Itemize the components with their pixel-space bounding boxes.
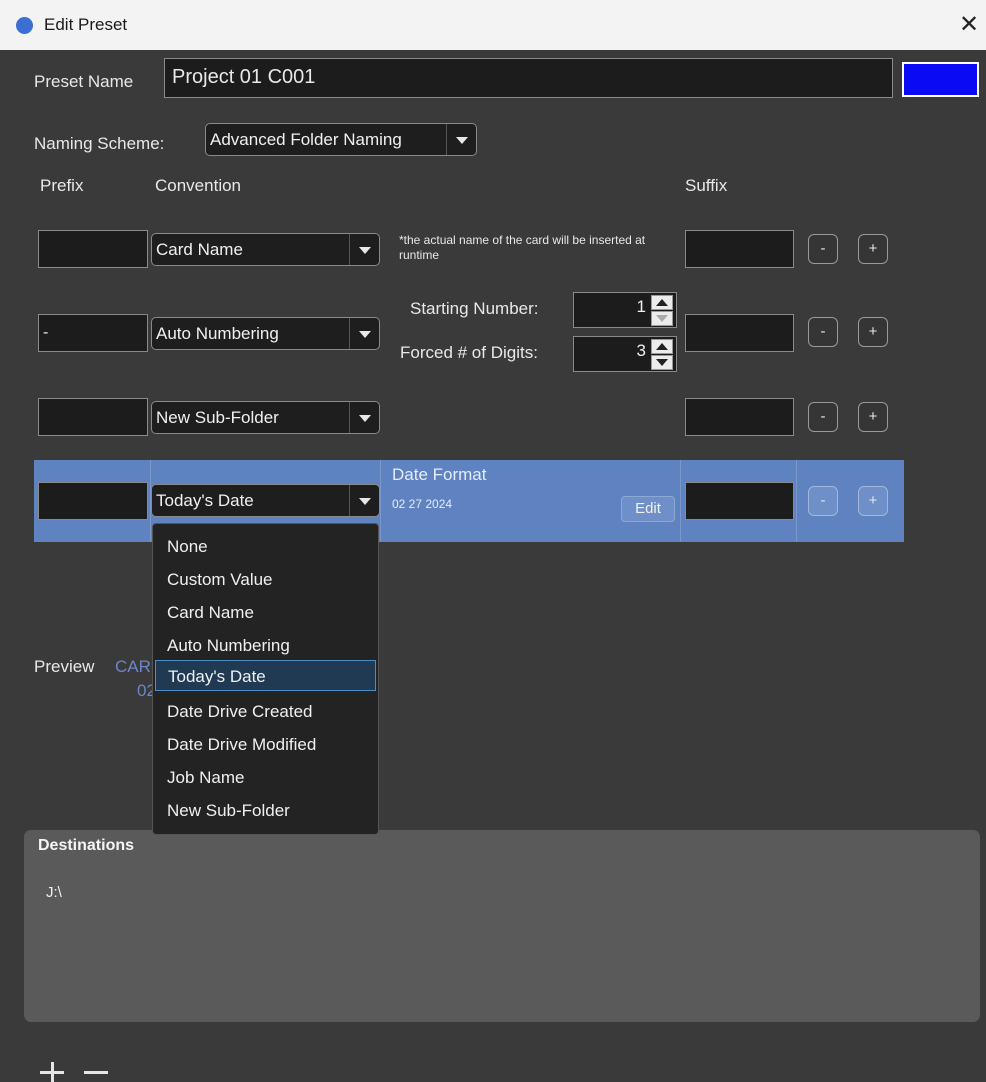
spin-up-icon[interactable]	[651, 295, 673, 310]
prefix-input[interactable]	[38, 230, 148, 268]
title-bar	[0, 0, 986, 50]
minus-icon[interactable]	[84, 1071, 108, 1074]
dropdown-option-date-drive-created[interactable]: Date Drive Created	[155, 696, 376, 727]
dropdown-option-card-name[interactable]: Card Name	[155, 597, 376, 628]
preset-name-input[interactable]: Project 01 C001	[164, 58, 893, 98]
dropdown-option-auto-numbering[interactable]: Auto Numbering	[155, 630, 376, 661]
remove-row-button[interactable]: -	[808, 317, 838, 347]
forced-digits-value: 3	[636, 341, 646, 360]
app-circle-icon	[16, 17, 33, 34]
dropdown-option-todays-date[interactable]: Today's Date	[155, 660, 376, 691]
forced-digits-label: Forced # of Digits:	[400, 343, 538, 362]
close-icon[interactable]: ✕	[952, 8, 986, 42]
plus-icon[interactable]	[40, 1062, 64, 1082]
suffix-input[interactable]	[685, 398, 794, 436]
convention-value: Today's Date	[156, 491, 254, 510]
prefix-input[interactable]	[38, 398, 148, 436]
dropdown-option-none[interactable]: None	[155, 531, 376, 562]
convention-dropdown-menu: None Custom Value Card Name Auto Numberi…	[152, 523, 379, 835]
dropdown-option-custom-value[interactable]: Custom Value	[155, 564, 376, 595]
add-row-button[interactable]: +	[858, 234, 888, 264]
naming-scheme-value: Advanced Folder Naming	[210, 130, 402, 149]
spin-down-icon[interactable]	[651, 311, 673, 326]
card-name-note: *the actual name of the card will be ins…	[399, 233, 646, 262]
preset-name-label: Preset Name	[34, 72, 134, 91]
destinations-header: Destinations	[38, 837, 135, 854]
convention-value: New Sub-Folder	[156, 408, 279, 427]
suffix-input[interactable]	[685, 314, 794, 352]
spin-up-icon[interactable]	[651, 339, 673, 354]
column-divider	[680, 460, 681, 542]
remove-row-button[interactable]: -	[808, 486, 838, 516]
chevron-down-icon	[349, 402, 379, 433]
convention-select[interactable]: Auto Numbering	[151, 317, 380, 350]
destination-item[interactable]: J:\	[46, 884, 62, 901]
convention-select[interactable]: Card Name	[151, 233, 380, 266]
starting-number-label: Starting Number:	[410, 299, 539, 318]
forced-digits-spinner[interactable]: 3	[573, 336, 677, 372]
window-title: Edit Preset	[44, 15, 128, 34]
column-divider	[796, 460, 797, 542]
spin-down-icon[interactable]	[651, 355, 673, 370]
chevron-down-icon	[446, 124, 476, 155]
naming-scheme-label: Naming Scheme:	[34, 134, 165, 153]
preview-label: Preview	[34, 657, 95, 676]
remove-row-button[interactable]: -	[808, 234, 838, 264]
date-format-label: Date Format	[392, 465, 487, 484]
chevron-down-icon	[349, 234, 379, 265]
dropdown-option-job-name[interactable]: Job Name	[155, 762, 376, 793]
date-format-value: 02 27 2024	[392, 497, 453, 511]
suffix-input[interactable]	[685, 482, 794, 520]
starting-number-value: 1	[636, 297, 646, 316]
convention-select[interactable]: Today's Date	[151, 484, 380, 517]
preview-value: CAR	[115, 657, 151, 676]
prefix-header: Prefix	[40, 176, 84, 195]
add-row-button[interactable]: +	[858, 317, 888, 347]
convention-header: Convention	[155, 176, 242, 195]
dropdown-option-date-drive-modified[interactable]: Date Drive Modified	[155, 729, 376, 760]
add-row-button[interactable]: +	[858, 402, 888, 432]
add-row-button[interactable]: +	[858, 486, 888, 516]
destinations-panel	[24, 830, 980, 1022]
remove-row-button[interactable]: -	[808, 402, 838, 432]
convention-value: Auto Numbering	[156, 324, 279, 343]
edit-date-format-button[interactable]: Edit	[621, 496, 675, 522]
chevron-down-icon	[349, 318, 379, 349]
chevron-down-icon	[349, 485, 379, 516]
convention-select[interactable]: New Sub-Folder	[151, 401, 380, 434]
suffix-header: Suffix	[685, 176, 728, 195]
preset-color-swatch[interactable]	[902, 62, 979, 97]
prefix-input[interactable]: -	[38, 314, 148, 352]
column-divider	[380, 460, 381, 542]
dropdown-option-new-sub-folder[interactable]: New Sub-Folder	[155, 795, 376, 826]
prefix-input[interactable]	[38, 482, 148, 520]
convention-value: Card Name	[156, 240, 243, 259]
suffix-input[interactable]	[685, 230, 794, 268]
starting-number-spinner[interactable]: 1	[573, 292, 677, 328]
naming-scheme-select[interactable]: Advanced Folder Naming	[205, 123, 477, 156]
